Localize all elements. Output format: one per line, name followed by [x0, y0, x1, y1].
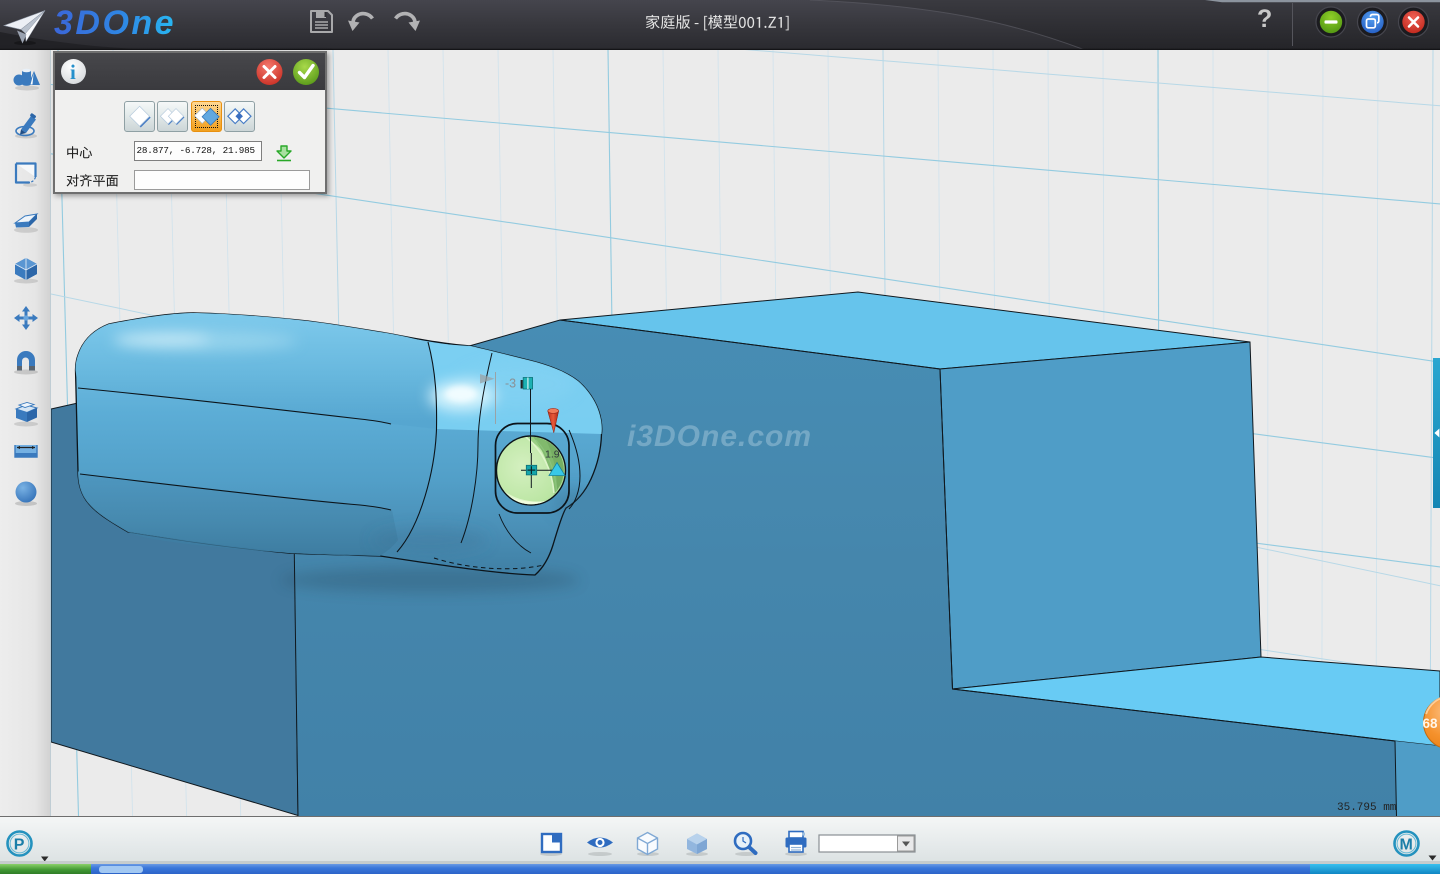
svg-text:P: P: [14, 837, 25, 854]
svg-text:M: M: [1400, 837, 1413, 854]
svg-text:-3: -3: [505, 377, 516, 391]
svg-text:i: i: [70, 60, 76, 84]
svg-text:35.795 mm: 35.795 mm: [1337, 802, 1397, 814]
svg-text:1.9: 1.9: [545, 449, 560, 461]
svg-text:i3DOne.com: i3DOne.com: [627, 420, 812, 453]
svg-text:68: 68: [1423, 716, 1439, 731]
